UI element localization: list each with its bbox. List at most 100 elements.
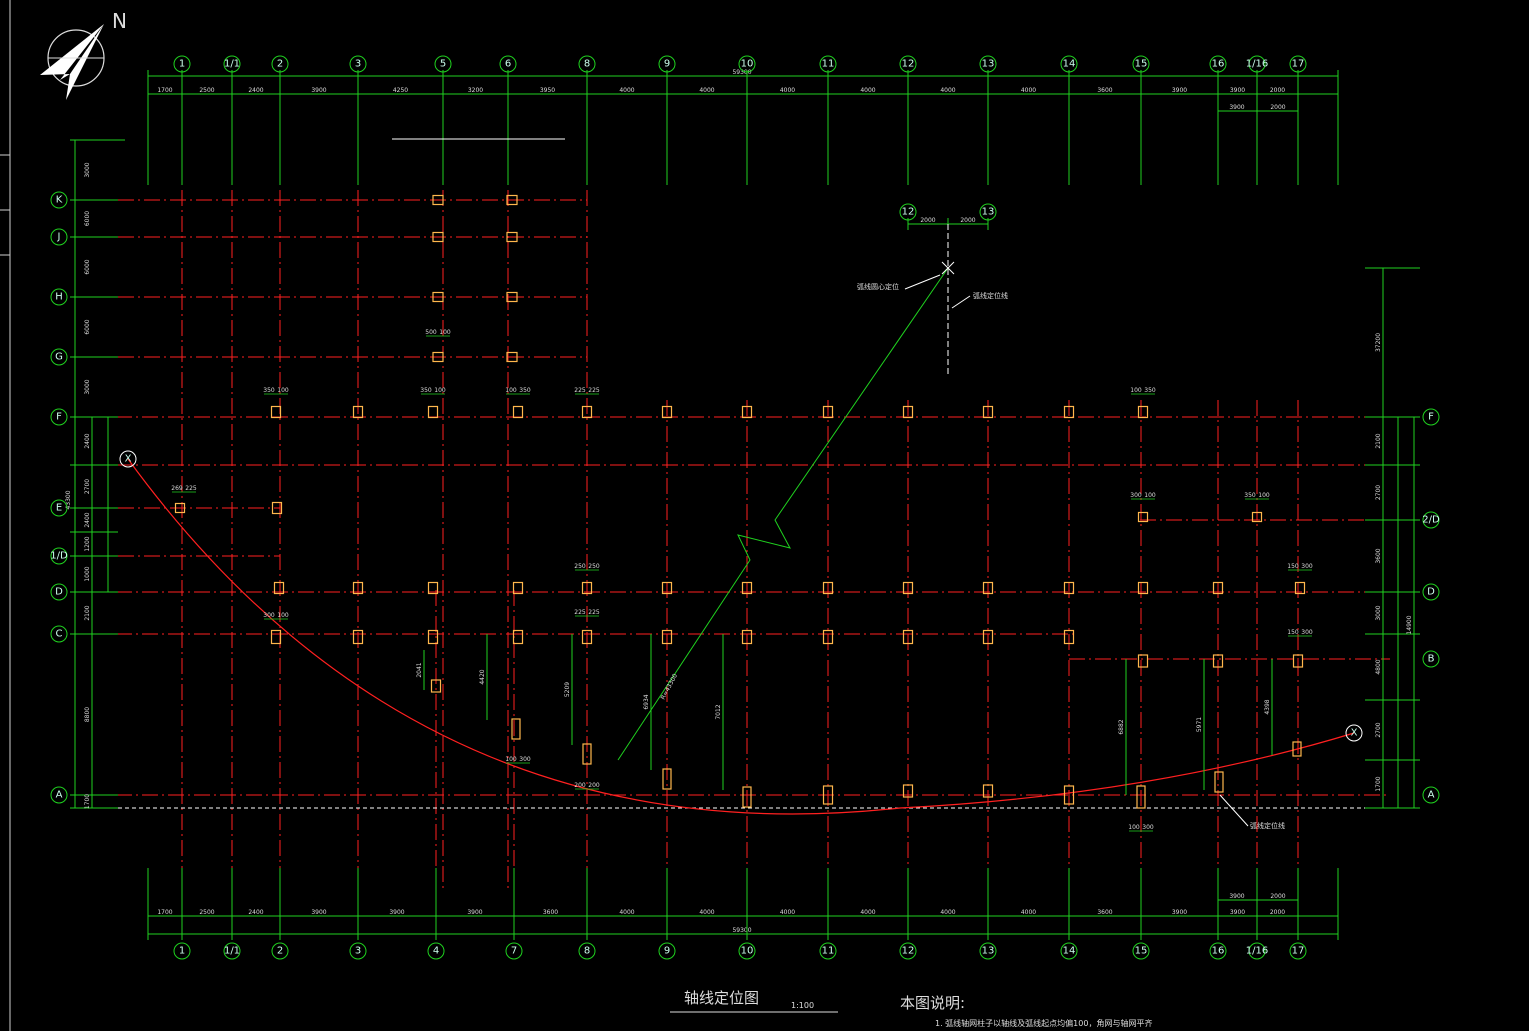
column — [1214, 771, 1224, 793]
bottom-axis-bubble-label: 1/16 — [1246, 946, 1268, 957]
bottom-axis-bubble-label: 8 — [584, 946, 590, 957]
north-arrow-icon: N — [40, 9, 127, 100]
column-dimension-label: 350 — [1244, 492, 1256, 499]
top-axis-bubble-label: 15 — [1135, 59, 1148, 70]
left-dimension-label: 8800 — [84, 707, 91, 722]
bottom-dimension-label: 4000 — [699, 909, 714, 916]
offset-dimension-label: 5971 — [1196, 717, 1203, 732]
column-dimension-label: 100 — [1130, 387, 1142, 394]
column-dimension-label: 300 — [263, 612, 275, 619]
column-dimension-label: 225 — [588, 609, 600, 616]
offset-dimension-label: 6934 — [643, 694, 650, 709]
right-dimension-label: 4800 — [1375, 659, 1382, 674]
column-dimension-label: 100 — [277, 387, 289, 394]
detail-axis-bubble-label: 12 — [902, 207, 915, 218]
right-dimension-label: 2700 — [1375, 722, 1382, 737]
column-dimension-label: 225 — [574, 387, 586, 394]
column — [512, 405, 524, 419]
bottom-dimension-label: 2000 — [1270, 909, 1285, 916]
bottom-axis-bubble-label: 4 — [433, 946, 439, 957]
left-dimension-label: 1700 — [84, 794, 91, 809]
sub-dimension-label: 2000 — [1270, 104, 1285, 111]
bottom-axis-bubble-label: 14 — [1063, 946, 1076, 957]
bottom-dimension-label: 1700 — [157, 909, 172, 916]
top-dimension-label: 4000 — [1021, 87, 1036, 94]
top-dimension-label: 1700 — [157, 87, 172, 94]
column-dimension-label: 200 — [574, 782, 586, 789]
column-dimension-label: 100 — [277, 612, 289, 619]
bottom-dimension-label: 4000 — [940, 909, 955, 916]
column-dimension-label: 100 — [439, 329, 451, 336]
column-dimension-label: 100 — [1144, 492, 1156, 499]
left-axis-bubble-label: D — [55, 587, 63, 598]
drawing-scale: 1:100 — [791, 1001, 814, 1010]
offset-dimension-label: 4420 — [479, 669, 486, 684]
left-dimension-label: 2400 — [84, 512, 91, 527]
bottom-axis-bubble-label: 7 — [511, 946, 517, 957]
bottom-axis-bubble-label: 1 — [179, 946, 185, 957]
north-label: N — [112, 9, 127, 33]
bottom-dimension-total-label: 59300 — [732, 927, 751, 934]
right-dimension-label: 3600 — [1375, 548, 1382, 563]
bottom-dimension-label: 3600 — [1097, 909, 1112, 916]
bottom-dimension-label: 2500 — [199, 909, 214, 916]
top-axis-bubble-label: 1 — [179, 59, 185, 70]
bottom-dimension-label: 4000 — [780, 909, 795, 916]
top-axis-bubble-label: 13 — [982, 59, 995, 70]
column-dimension-label: 100 — [505, 756, 517, 763]
sub-dimension-label: 2000 — [1270, 893, 1285, 900]
top-axis-bubble-label: 1/16 — [1246, 59, 1268, 70]
left-axis-bubble-label: G — [55, 352, 63, 363]
bottom-axis-bubble-label: 2 — [277, 946, 283, 957]
right-axis-bubble-label: A — [1428, 790, 1435, 801]
sub-dimension-label: 3900 — [1229, 893, 1244, 900]
top-axis-bubble-label: 17 — [1292, 59, 1305, 70]
left-axis-bubble-label: C — [56, 629, 63, 640]
cad-drawing-canvas: N 1700 2500 2400 3900 4250 3200 3950 4000 4000 40… — [0, 0, 1440, 1031]
column-dimension-label: 269 — [171, 485, 183, 492]
column — [1137, 405, 1149, 419]
top-dimension-label: 3900 — [1230, 87, 1245, 94]
note-1: 1. 弧线轴网柱子以轴线及弧线起点均偏100，角网与轴网平齐 — [935, 1018, 1152, 1028]
top-dimension-label: 3900 — [1172, 87, 1187, 94]
column-dimension-label: 350 — [1144, 387, 1156, 394]
column-dimension-label: 350 — [263, 387, 275, 394]
bottom-dimension-label: 3900 — [1172, 909, 1187, 916]
column-dimension-label: 225 — [588, 387, 600, 394]
right-dimension-label: 1700 — [1375, 776, 1382, 791]
top-axis-bubble-label: 10 — [741, 59, 754, 70]
column-dimension-label: 300 — [1301, 629, 1313, 636]
bottom-axis-bubble-label: 16 — [1212, 946, 1225, 957]
leader-line — [951, 295, 971, 309]
offset-dimension-label: 2041 — [416, 662, 423, 677]
column — [427, 405, 439, 419]
right-dimension-label: 2100 — [1375, 433, 1382, 448]
top-dimension-label: 3950 — [540, 87, 555, 94]
arc-geometry: 2041 4420 5209 6934 7012 6882 5971 4398 — [127, 261, 1355, 827]
detail-axis-bubble-label: 13 — [982, 207, 995, 218]
left-axis-bubble-label: 1/D — [50, 551, 68, 562]
right-dimension-label: 3000 — [1375, 605, 1382, 620]
column-dimension-label: 225 — [574, 609, 586, 616]
bottom-axis-bubble-label: 12 — [902, 946, 915, 957]
sub-dimension-label: 3900 — [1229, 104, 1244, 111]
offset-dimension-label: 4398 — [1264, 699, 1271, 714]
top-dimension-label: 4000 — [860, 87, 875, 94]
bottom-dimension-label: 4000 — [619, 909, 634, 916]
right-dimension-label: 2700 — [1375, 485, 1382, 500]
left-axis-bubble-label: J — [57, 232, 61, 243]
drawing-title: 轴线定位图 — [684, 989, 759, 1007]
column-dimension-label: 100 — [1258, 492, 1270, 499]
bottom-axis-bubble-label: 10 — [741, 946, 754, 957]
top-dimension-label: 4000 — [699, 87, 714, 94]
top-dimension-label: 3600 — [1097, 87, 1112, 94]
column-dimension-label: 350 — [519, 387, 531, 394]
bottom-dimension-label: 2400 — [248, 909, 263, 916]
right-axis-bubble-label: B — [1428, 654, 1435, 665]
arc-line-label: 弧线定位线 — [973, 291, 1008, 300]
offset-dimension-label: 7012 — [715, 704, 722, 719]
detail-dimension-label: 2000 — [960, 217, 975, 224]
column-dimension-label: 150 — [1287, 629, 1299, 636]
column-dimensions: 350 100500 100350 100 100 350 225 225 100 350300 1… — [171, 329, 1313, 832]
left-dimension-label: 3000 — [84, 162, 91, 177]
